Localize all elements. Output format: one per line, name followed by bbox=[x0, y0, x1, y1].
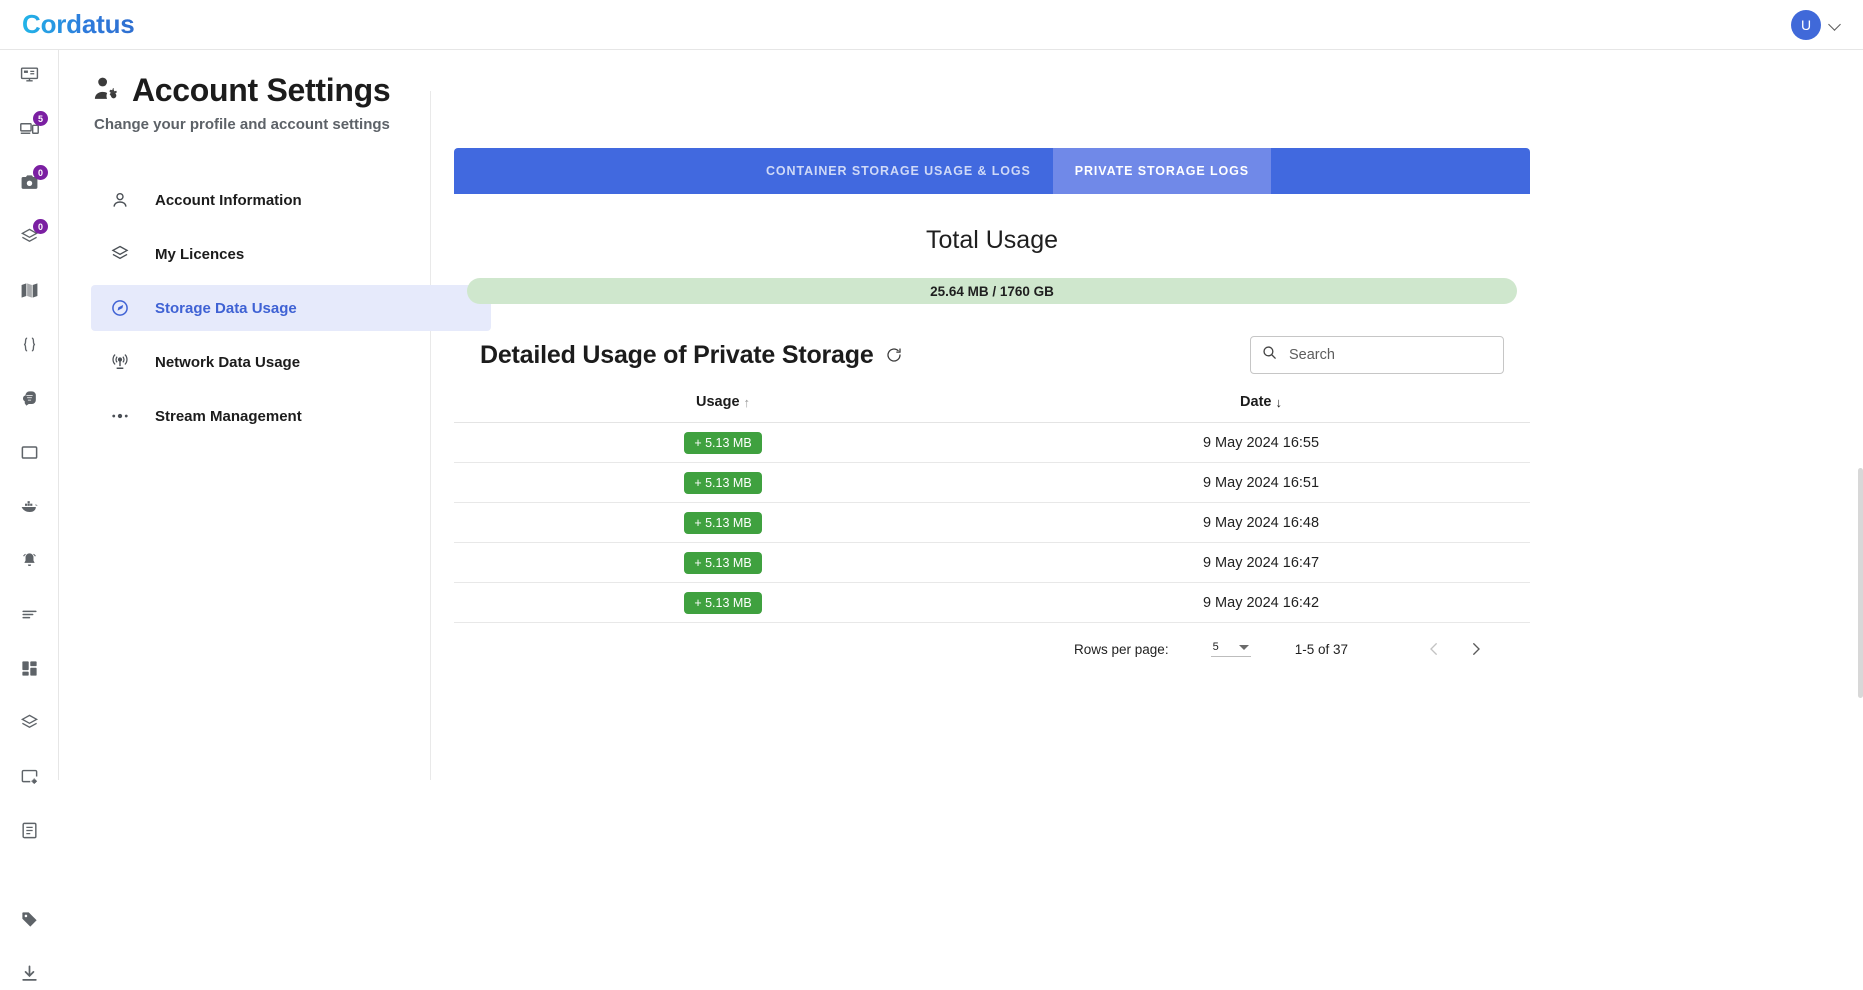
avatar[interactable]: U bbox=[1791, 10, 1821, 40]
document-icon[interactable] bbox=[0, 814, 59, 847]
row-date: 9 May 2024 16:51 bbox=[992, 462, 1530, 503]
column-header-usage-label: Usage bbox=[695, 394, 740, 410]
usage-badge: + 5.13 MB bbox=[684, 471, 762, 494]
layers-icon bbox=[109, 243, 131, 265]
stream-dots-icon bbox=[109, 405, 131, 427]
pagination-range: 1-5 of 37 bbox=[1294, 641, 1348, 657]
sidebar-item-label: Account Information bbox=[155, 191, 302, 209]
page-title: Account Settings bbox=[132, 72, 391, 108]
map-icon[interactable] bbox=[0, 274, 59, 307]
sort-asc-icon: ↑ bbox=[743, 394, 751, 410]
stack-layers-icon[interactable] bbox=[0, 706, 59, 739]
brain-icon[interactable] bbox=[0, 382, 59, 415]
rows-per-page-value: 5 bbox=[1212, 641, 1219, 653]
usage-badge: + 5.13 MB bbox=[684, 511, 762, 534]
search-input[interactable] bbox=[1287, 346, 1493, 364]
search-box[interactable] bbox=[1250, 336, 1504, 374]
detail-header-row: Detailed Usage of Private Storage bbox=[454, 336, 1530, 374]
sidebar-item-account-information[interactable]: Account Information bbox=[91, 177, 491, 223]
table-row[interactable]: + 5.13 MB 9 May 2024 16:51 bbox=[454, 462, 1530, 503]
person-icon bbox=[109, 189, 131, 211]
page-header: Account Settings Change your profile and… bbox=[59, 50, 1863, 133]
download-icon[interactable] bbox=[0, 957, 59, 990]
icon-rail: 5 0 0 bbox=[0, 50, 59, 981]
chevron-down-icon[interactable] bbox=[1829, 18, 1843, 32]
column-header-date[interactable]: Date ↓ bbox=[992, 388, 1530, 423]
table-row[interactable]: + 5.13 MB 9 May 2024 16:47 bbox=[454, 542, 1530, 583]
sidebar-item-label: My Licences bbox=[155, 245, 245, 263]
detail-title-wrap: Detailed Usage of Private Storage bbox=[480, 341, 904, 370]
docker-whale-icon[interactable] bbox=[0, 490, 59, 523]
tag-icon[interactable] bbox=[0, 903, 59, 936]
total-usage-bar: 25.64 MB / 1760 GB bbox=[467, 278, 1517, 304]
gauge-icon bbox=[109, 297, 131, 319]
usage-badge: + 5.13 MB bbox=[684, 591, 762, 614]
tab-filler bbox=[1271, 148, 1530, 194]
tab-container-storage-usage-logs[interactable]: CONTAINER STORAGE USAGE & LOGS bbox=[744, 148, 1053, 194]
camera-icon[interactable]: 0 bbox=[0, 165, 59, 199]
top-bar: Cordatus U bbox=[0, 0, 1863, 50]
chevron-down-icon bbox=[1238, 644, 1249, 650]
code-braces-icon[interactable] bbox=[0, 328, 59, 361]
layers-icon[interactable]: 0 bbox=[0, 219, 59, 253]
tab-bar: CONTAINER STORAGE USAGE & LOGS PRIVATE S… bbox=[454, 148, 1530, 194]
sort-desc-icon: ↓ bbox=[1275, 394, 1282, 410]
rail-badge: 0 bbox=[33, 165, 48, 180]
rail-badge: 0 bbox=[33, 219, 48, 234]
sidebar-item-label: Network Data Usage bbox=[155, 353, 301, 371]
column-header-usage[interactable]: Usage ↑ bbox=[454, 388, 992, 423]
row-date: 9 May 2024 16:55 bbox=[992, 422, 1530, 463]
user-menu[interactable]: U bbox=[1791, 0, 1843, 50]
table-row[interactable]: + 5.13 MB 9 May 2024 16:42 bbox=[454, 582, 1530, 623]
window-icon[interactable] bbox=[0, 436, 59, 469]
detail-title: Detailed Usage of Private Storage bbox=[480, 340, 874, 369]
window-settings-icon[interactable] bbox=[0, 760, 59, 793]
total-usage-title: Total Usage bbox=[925, 226, 1059, 254]
bell-icon[interactable] bbox=[0, 544, 59, 577]
page-subtitle: Change your profile and account settings bbox=[94, 116, 390, 133]
tab-private-storage-logs[interactable]: PRIVATE STORAGE LOGS bbox=[1052, 148, 1272, 194]
usage-badge: + 5.13 MB bbox=[684, 551, 762, 574]
settings-nav: Account Information My Licences Storage … bbox=[91, 177, 491, 447]
row-date: 9 May 2024 16:48 bbox=[992, 502, 1530, 543]
next-page-button[interactable] bbox=[1462, 635, 1490, 663]
table-header-row: Usage ↑ Date ↓ bbox=[454, 388, 1530, 423]
rows-per-page-label: Rows per page: bbox=[1074, 641, 1169, 657]
sidebar-item-my-licences[interactable]: My Licences bbox=[91, 231, 491, 277]
sidebar-item-storage-data-usage[interactable]: Storage Data Usage bbox=[91, 285, 491, 331]
row-date: 9 May 2024 16:47 bbox=[992, 542, 1530, 583]
devices-icon[interactable]: 5 bbox=[0, 111, 59, 145]
table-row[interactable]: + 5.13 MB 9 May 2024 16:55 bbox=[454, 422, 1530, 463]
sidebar-item-label: Storage Data Usage bbox=[155, 299, 297, 317]
column-header-date-label: Date bbox=[1240, 394, 1272, 410]
page-title-row: Account Settings bbox=[91, 72, 1863, 109]
total-usage-value: 25.64 MB / 1760 GB bbox=[930, 283, 1054, 299]
usage-table: Usage ↑ Date ↓ + 5.13 MB 9 May 2024 16:5… bbox=[454, 388, 1530, 623]
account-settings-icon bbox=[91, 73, 122, 109]
sidebar-item-network-data-usage[interactable]: Network Data Usage bbox=[91, 339, 491, 385]
dashboard-grid-icon[interactable] bbox=[0, 652, 59, 685]
table-row[interactable]: + 5.13 MB 9 May 2024 16:48 bbox=[454, 502, 1530, 543]
row-date: 9 May 2024 16:42 bbox=[992, 582, 1530, 623]
usage-badge: + 5.13 MB bbox=[684, 431, 762, 454]
search-icon bbox=[1261, 344, 1278, 366]
sidebar-item-stream-management[interactable]: Stream Management bbox=[91, 393, 491, 439]
app-logo[interactable]: Cordatus bbox=[22, 9, 135, 40]
monitor-icon[interactable] bbox=[0, 58, 59, 91]
rows-per-page-select[interactable]: 5 bbox=[1210, 641, 1251, 657]
pagination: Rows per page: 5 1-5 of 37 bbox=[454, 635, 1530, 663]
storage-card: CONTAINER STORAGE USAGE & LOGS PRIVATE S… bbox=[454, 148, 1530, 663]
scrollbar-thumb[interactable] bbox=[1858, 468, 1863, 698]
lines-icon[interactable] bbox=[0, 598, 59, 631]
page-content: Account Settings Change your profile and… bbox=[59, 50, 1863, 780]
broadcast-icon bbox=[109, 351, 131, 373]
previous-page-button[interactable] bbox=[1420, 635, 1448, 663]
sidebar-item-label: Stream Management bbox=[155, 407, 302, 425]
rail-badge: 5 bbox=[33, 111, 48, 126]
refresh-icon[interactable] bbox=[884, 345, 904, 365]
